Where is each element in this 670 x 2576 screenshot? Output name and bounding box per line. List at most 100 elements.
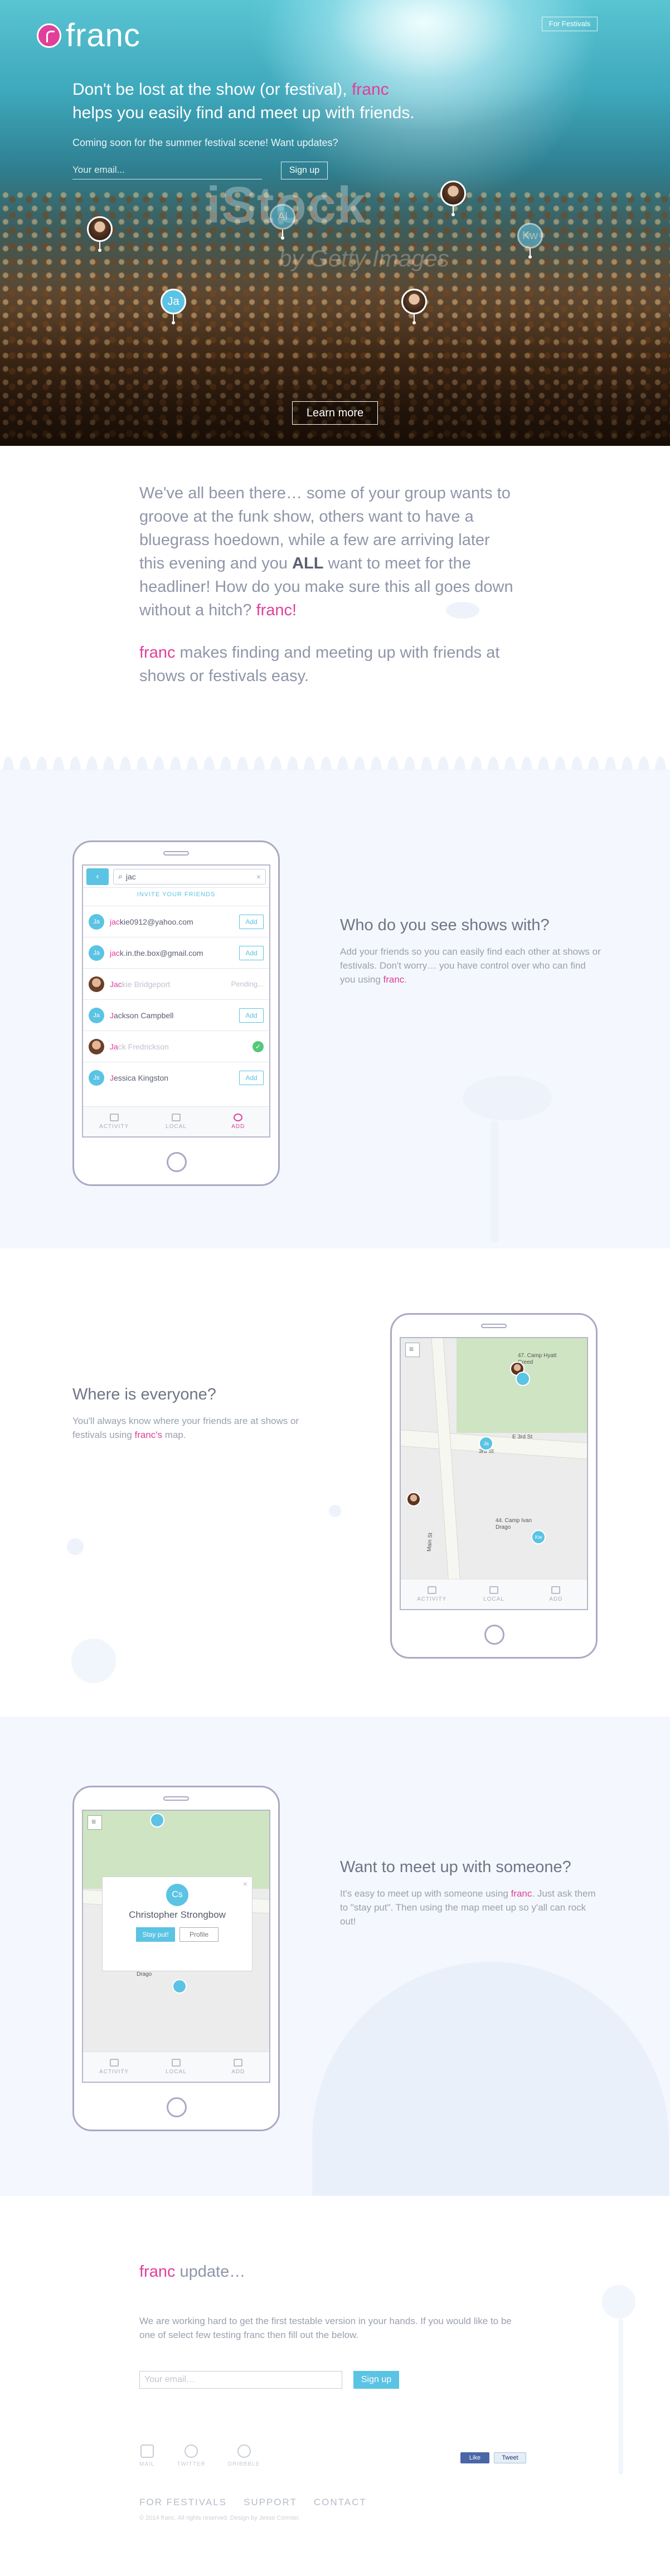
- avatar: [89, 1038, 104, 1054]
- mail-link[interactable]: MAIL: [139, 2444, 154, 2467]
- tab-bar: ACTIVITY LOCAL ADD: [83, 1106, 269, 1136]
- twitter-icon: [185, 2444, 198, 2458]
- add-user-icon: [234, 2059, 243, 2067]
- tab-activity[interactable]: ACTIVITY: [401, 1579, 463, 1609]
- tab-bar: ACTIVITY LOCAL ADD: [83, 2052, 269, 2082]
- add-user-icon: [234, 1114, 243, 1121]
- menu-icon[interactable]: [88, 1815, 102, 1830]
- search-input[interactable]: ⌕ jac ×: [113, 868, 266, 884]
- friend-pin[interactable]: [406, 1492, 421, 1506]
- activity-icon: [109, 2059, 119, 2067]
- tab-add[interactable]: ADD: [525, 1579, 587, 1609]
- feature-text: It's easy to meet up with someone using …: [340, 1888, 596, 1927]
- activity-icon: [427, 1586, 436, 1594]
- mail-icon: [140, 2444, 154, 2458]
- feature-meetup-copy: Want to meet up with someone? It's easy …: [340, 1858, 602, 1928]
- watermark-sub: by Getty Images: [279, 245, 449, 271]
- local-icon: [489, 1586, 498, 1594]
- avatar: Ja: [89, 913, 104, 930]
- facebook-like-button[interactable]: Like: [460, 2452, 489, 2463]
- friend-pin[interactable]: [172, 1979, 187, 1994]
- crowd-silhouette: [0, 703, 670, 770]
- share-buttons: Like Tweet: [460, 2452, 526, 2463]
- flamingo-silhouette: [463, 1076, 552, 1120]
- tweet-button[interactable]: Tweet: [494, 2452, 526, 2463]
- update-email-input[interactable]: [139, 2371, 342, 2389]
- back-icon[interactable]: ‹: [86, 868, 109, 885]
- tab-add[interactable]: ADD: [207, 2052, 269, 2082]
- contact-row[interactable]: Ja jackie0912@yahoo.com Add: [83, 906, 269, 937]
- search-bar: ‹ ⌕ jac ×: [83, 866, 269, 888]
- friend-pin[interactable]: Ja: [161, 289, 186, 324]
- home-button: [167, 2097, 187, 2117]
- tab-add[interactable]: ADD: [207, 1107, 269, 1136]
- tab-bar: ACTIVITY LOCAL ADD: [401, 1579, 587, 1609]
- intro-section: We've all been there… some of your group…: [139, 482, 518, 688]
- logo-text: franc: [66, 17, 140, 54]
- stay-put-button[interactable]: Stay put!: [136, 1927, 175, 1942]
- profile-button[interactable]: Profile: [179, 1927, 219, 1942]
- friend-pin[interactable]: [401, 289, 427, 324]
- close-icon[interactable]: ×: [243, 1879, 247, 1888]
- add-button[interactable]: Add: [239, 914, 264, 929]
- tab-local[interactable]: LOCAL: [145, 2052, 207, 2082]
- contact-row[interactable]: Jackie Bridgeport Pending...: [83, 968, 269, 999]
- add-button[interactable]: Add: [239, 1070, 264, 1085]
- learn-more-button[interactable]: Learn more: [292, 401, 378, 425]
- invite-friends-label[interactable]: INVITE YOUR FRIENDS: [83, 891, 269, 906]
- footer-link-support[interactable]: SUPPORT: [244, 2497, 297, 2508]
- feature-text: Add your friends so you can easily find …: [340, 946, 601, 985]
- friend-pin[interactable]: [440, 181, 466, 216]
- update-signup-button[interactable]: Sign up: [353, 2371, 399, 2389]
- friend-pin[interactable]: Kw: [531, 1530, 546, 1544]
- twitter-link[interactable]: TWITTER: [177, 2444, 205, 2467]
- map-view[interactable]: 47. Camp Hyatt Creed E 3rd St 3rd St 44.…: [401, 1338, 587, 1579]
- avatar: [440, 181, 466, 206]
- friend-pin[interactable]: Ja: [479, 1436, 493, 1451]
- contact-row[interactable]: Ja jack.in.the.box@gmail.com Add: [83, 937, 269, 968]
- home-button: [484, 1625, 504, 1645]
- clear-icon[interactable]: ×: [256, 872, 261, 881]
- friend-pin[interactable]: Al: [270, 204, 295, 240]
- friend-pin[interactable]: [87, 216, 113, 252]
- tab-activity[interactable]: ACTIVITY: [83, 2052, 145, 2082]
- meetup-popup: × Cs Christopher Strongbow Stay put! Pro…: [102, 1877, 253, 1971]
- avatar: [89, 976, 104, 992]
- local-icon: [171, 1114, 181, 1121]
- footer-link-festivals[interactable]: FOR FESTIVALS: [139, 2497, 227, 2508]
- avatar: [401, 289, 427, 314]
- feature-title: Who do you see shows with?: [340, 916, 550, 934]
- feature-title: Where is everyone?: [72, 1386, 216, 1403]
- contact-row[interactable]: Ja Jackson Campbell Add: [83, 999, 269, 1031]
- contact-row[interactable]: Jack Fredrickson ✓: [83, 1031, 269, 1062]
- menu-icon[interactable]: [405, 1343, 420, 1357]
- friend-pin[interactable]: [150, 1813, 164, 1827]
- social-links: MAIL TWITTER DRIBBBLE: [139, 2444, 260, 2467]
- page: franc For Festivals Don't be lost at the…: [0, 0, 670, 2576]
- flamingo-silhouette: [446, 602, 479, 619]
- local-icon: [171, 2059, 181, 2067]
- friend-pin[interactable]: Kw: [517, 223, 543, 259]
- avatar: Js: [89, 1070, 104, 1086]
- avatar: Ja: [89, 945, 104, 961]
- logo[interactable]: franc: [37, 17, 140, 54]
- feature-title: Want to meet up with someone?: [340, 1858, 571, 1876]
- update-text: We are working hard to get the first tes…: [139, 2316, 512, 2340]
- for-festivals-button[interactable]: For Festivals: [542, 17, 598, 31]
- phone-screen: 47. Camp Hyatt Creed E 3rd St 3rd St 44.…: [400, 1337, 588, 1610]
- friend-pin[interactable]: [516, 1372, 530, 1386]
- tab-local[interactable]: LOCAL: [145, 1107, 207, 1136]
- activity-icon: [109, 1114, 119, 1121]
- add-button[interactable]: Add: [239, 1008, 264, 1023]
- tab-local[interactable]: LOCAL: [463, 1579, 525, 1609]
- contact-row[interactable]: Js Jessica Kingston Add: [83, 1062, 269, 1093]
- dribbble-link[interactable]: DRIBBBLE: [228, 2444, 260, 2467]
- avatar: Ja: [89, 1007, 104, 1023]
- tab-activity[interactable]: ACTIVITY: [83, 1107, 145, 1136]
- add-button[interactable]: Add: [239, 945, 264, 960]
- home-button: [167, 1152, 187, 1172]
- avatar: Cs: [166, 1884, 188, 1906]
- footer-link-contact[interactable]: CONTACT: [314, 2497, 367, 2508]
- feature-friends-copy: Who do you see shows with? Add your frie…: [340, 916, 602, 986]
- phone-mockup: 47. Camp Hyatt Creed E 3rd St 3rd St 44.…: [390, 1313, 598, 1659]
